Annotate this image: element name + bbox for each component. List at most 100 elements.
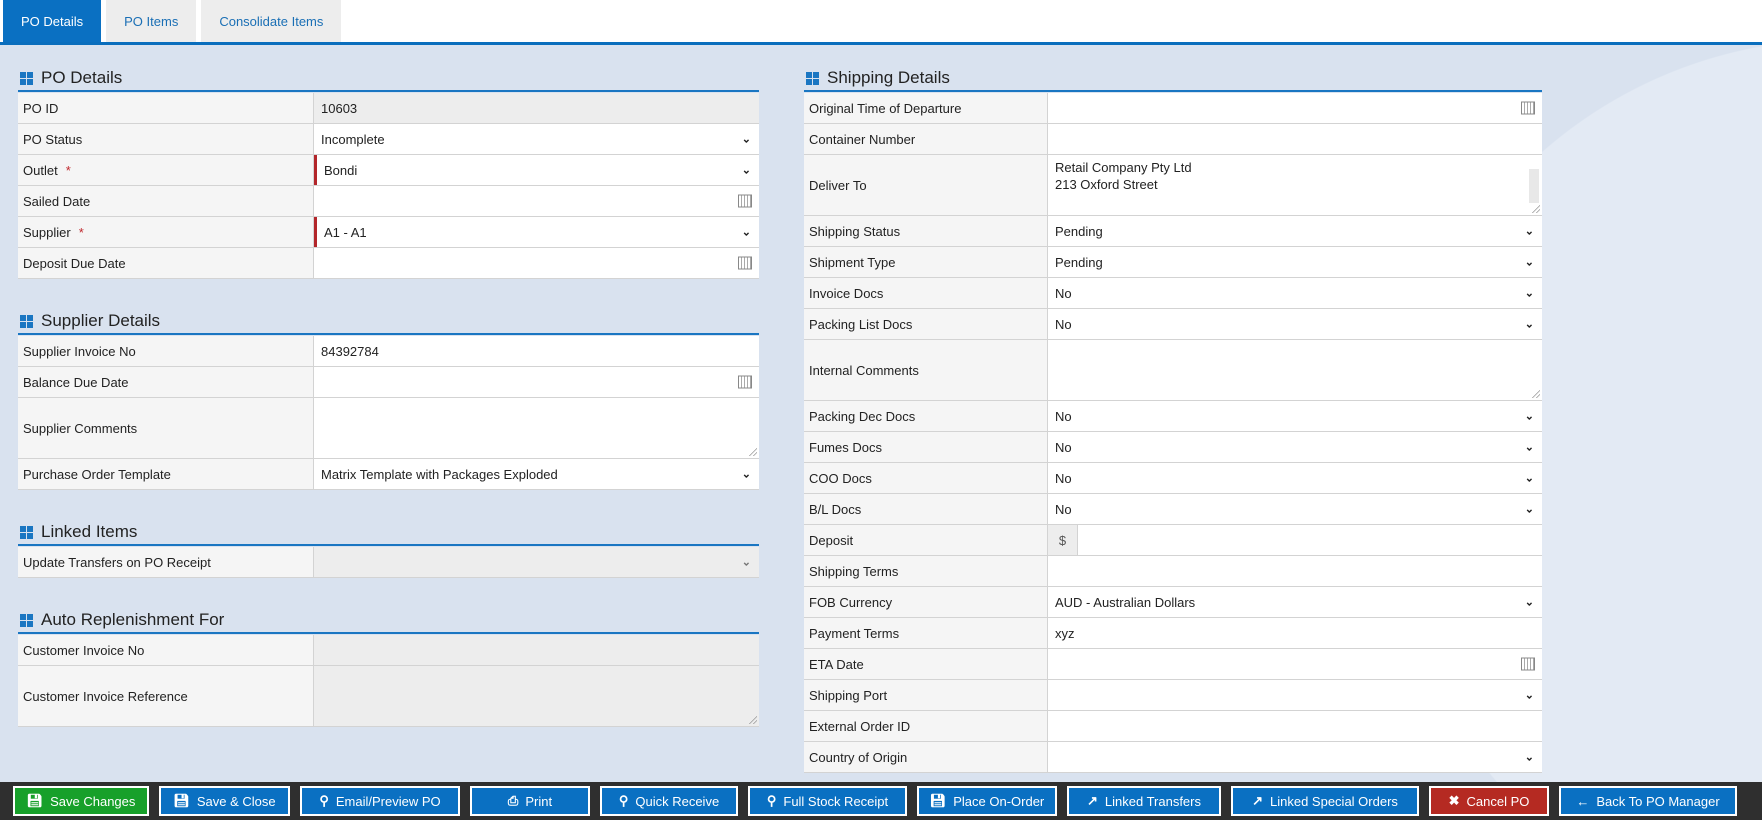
save-changes-button[interactable]: 💾︎ Save Changes (13, 786, 149, 816)
internal-comments-textarea[interactable] (1048, 340, 1542, 400)
value: No (1055, 408, 1072, 424)
label: PO ID (18, 93, 314, 123)
row-supplier: Supplier * A1 - A1 ⌄ (18, 217, 759, 248)
otd-input[interactable] (1048, 93, 1542, 123)
label-text: Supplier (23, 224, 71, 240)
label: Fumes Docs (804, 432, 1048, 462)
label: Balance Due Date (18, 367, 314, 397)
shipping-status-select[interactable]: Pending ⌄ (1048, 216, 1542, 246)
fob-currency-select[interactable]: AUD - Australian Dollars ⌄ (1048, 587, 1542, 617)
scrollbar[interactable] (1529, 169, 1539, 203)
supplier-invoice-input[interactable]: 84392784 (314, 336, 759, 366)
label: Deliver To (804, 155, 1048, 215)
email-preview-button[interactable]: ⚲ Email/Preview PO (300, 786, 460, 816)
bl-select[interactable]: No ⌄ (1048, 494, 1542, 524)
row-deposit: Deposit $ (804, 525, 1542, 556)
packing-dec-select[interactable]: No ⌄ (1048, 401, 1542, 431)
section-title: PO Details (41, 68, 123, 87)
invoice-docs-select[interactable]: No ⌄ (1048, 278, 1542, 308)
chevron-down-icon: ⌄ (1524, 472, 1534, 485)
search-icon: ⚲ (618, 793, 629, 808)
row-internal-comments: Internal Comments (804, 340, 1542, 401)
chevron-down-icon: ⌄ (1524, 287, 1534, 300)
outlet-select[interactable]: Bondi ⌄ (314, 155, 759, 185)
supplier-select[interactable]: A1 - A1 ⌄ (314, 217, 759, 247)
label: Update Transfers on PO Receipt (18, 547, 314, 577)
chevron-down-icon: ⌄ (1524, 256, 1534, 269)
label: Place On-Order (953, 793, 1045, 809)
chevron-down-icon: ⌄ (1524, 503, 1534, 516)
chevron-down-icon: ⌄ (1524, 689, 1534, 702)
back-to-po-manager-button[interactable]: ← Back To PO Manager (1559, 786, 1737, 816)
chevron-down-icon: ⌄ (1524, 751, 1534, 764)
eta-input[interactable] (1048, 649, 1542, 679)
value: Bondi (324, 162, 358, 178)
label: Supplier * (18, 217, 314, 247)
address-line: 213 Oxford Street (1055, 177, 1158, 192)
po-status-select[interactable]: Incomplete ⌄ (314, 124, 759, 154)
payment-terms-input[interactable]: xyz (1048, 618, 1542, 648)
calendar-icon[interactable] (738, 256, 752, 270)
print-button[interactable]: ⎙ Print (470, 786, 590, 816)
linked-special-orders-button[interactable]: ↗ Linked Special Orders (1231, 786, 1419, 816)
section-po-details: PO Details (18, 66, 759, 92)
fumes-select[interactable]: No ⌄ (1048, 432, 1542, 462)
row-origin: Country of Origin ⌄ (804, 742, 1542, 773)
container-input[interactable] (1048, 124, 1542, 154)
tab-consolidate-items[interactable]: Consolidate Items (201, 0, 342, 42)
row-balance-due: Balance Due Date (18, 367, 759, 398)
cancel-po-button[interactable]: ✖ Cancel PO (1429, 786, 1549, 816)
row-po-id: PO ID 10603 (18, 93, 759, 124)
row-port: Shipping Port ⌄ (804, 680, 1542, 711)
label: Quick Receive (635, 793, 720, 809)
resize-handle[interactable] (749, 448, 757, 456)
row-fumes: Fumes Docs No ⌄ (804, 432, 1542, 463)
resize-handle[interactable] (1532, 205, 1540, 213)
supplier-comments-textarea[interactable] (314, 398, 759, 458)
packing-list-select[interactable]: No ⌄ (1048, 309, 1542, 339)
shipping-port-select[interactable]: ⌄ (1048, 680, 1542, 710)
linked-transfers-button[interactable]: ↗ Linked Transfers (1067, 786, 1221, 816)
balance-due-input[interactable] (314, 367, 759, 397)
label: Outlet * (18, 155, 314, 185)
label: Shipment Type (804, 247, 1048, 277)
save-close-button[interactable]: 💾︎ Save & Close (159, 786, 290, 816)
label: Full Stock Receipt (783, 793, 889, 809)
label: Save & Close (196, 793, 276, 809)
row-coo: COO Docs No ⌄ (804, 463, 1542, 494)
update-transfers-select[interactable]: ⌄ (314, 547, 759, 577)
shipment-type-select[interactable]: Pending ⌄ (1048, 247, 1542, 277)
calendar-icon[interactable] (1521, 657, 1535, 671)
value: No (1055, 439, 1072, 455)
section-title: Linked Items (41, 522, 138, 541)
sailed-date-input[interactable] (314, 186, 759, 216)
row-eta: ETA Date (804, 649, 1542, 680)
row-shipping-terms: Shipping Terms (804, 556, 1542, 587)
deposit-input[interactable]: $ (1048, 525, 1542, 555)
calendar-icon[interactable] (738, 194, 752, 208)
po-template-select[interactable]: Matrix Template with Packages Exploded ⌄ (314, 459, 759, 489)
required-mark: * (65, 162, 71, 178)
tab-po-items[interactable]: PO Items (106, 0, 197, 42)
label: PO Status (18, 124, 314, 154)
label: Cancel PO (1466, 793, 1530, 809)
label: Deposit (804, 525, 1048, 555)
tab-po-details[interactable]: PO Details (3, 0, 102, 42)
deliver-to-textarea[interactable]: Retail Company Pty Ltd 213 Oxford Street (1048, 155, 1542, 215)
place-on-order-button[interactable]: 💾︎ Place On-Order (917, 786, 1057, 816)
coo-select[interactable]: No ⌄ (1048, 463, 1542, 493)
resize-handle[interactable] (1532, 390, 1540, 398)
tab-bar: PO Details PO Items Consolidate Items (0, 0, 1762, 45)
row-fob: FOB Currency AUD - Australian Dollars ⌄ (804, 587, 1542, 618)
chevron-down-icon: ⌄ (1524, 225, 1534, 238)
calendar-icon[interactable] (1521, 101, 1535, 115)
quick-receive-button[interactable]: ⚲ Quick Receive (600, 786, 738, 816)
full-stock-receipt-button[interactable]: ⚲ Full Stock Receipt (748, 786, 907, 816)
origin-select[interactable]: ⌄ (1048, 742, 1542, 772)
shipping-terms-input[interactable] (1048, 556, 1542, 586)
deposit-due-input[interactable] (314, 248, 759, 278)
row-po-status: PO Status Incomplete ⌄ (18, 124, 759, 155)
external-id-input[interactable] (1048, 711, 1542, 741)
calendar-icon[interactable] (738, 375, 752, 389)
resize-handle (749, 716, 757, 724)
